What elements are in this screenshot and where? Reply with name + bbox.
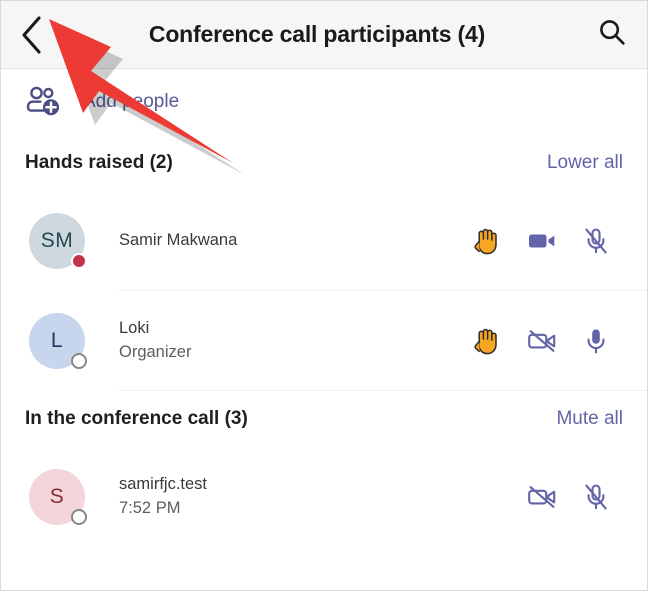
participants-panel: Conference call participants (4) Add peo…: [0, 0, 648, 591]
raised-hand-icon[interactable]: [461, 314, 515, 368]
participant-actions: [461, 314, 623, 368]
participant-info: Loki Organizer: [119, 317, 461, 365]
presence-badge-offline: [71, 353, 87, 369]
participant-info: Samir Makwana: [119, 229, 461, 253]
microphone-muted-icon[interactable]: [569, 214, 623, 268]
chevron-left-icon: [19, 15, 45, 55]
section-header-in-call: In the conference call (3) Mute all: [1, 391, 647, 447]
participant-role: Organizer: [119, 343, 192, 361]
participant-actions: [461, 470, 623, 524]
presence-badge-busy: [71, 253, 87, 269]
video-camera-off-icon[interactable]: [515, 314, 569, 368]
table-row[interactable]: S samirfjc.test 7:52 PM: [1, 447, 647, 547]
app-header: Conference call participants (4): [1, 1, 647, 69]
avatar: S: [29, 469, 87, 525]
raised-hand-icon[interactable]: [461, 214, 515, 268]
participant-name: Loki: [119, 319, 150, 338]
section-title: Hands raised (2): [25, 152, 173, 173]
participant-actions: [461, 214, 623, 268]
lower-all-button[interactable]: Lower all: [547, 152, 623, 174]
section-header-hands-raised: Hands raised (2) Lower all: [1, 135, 647, 191]
back-button[interactable]: [1, 1, 63, 69]
microphone-icon[interactable]: [569, 314, 623, 368]
add-people-label: Add people: [83, 91, 180, 112]
participant-info: samirfjc.test 7:52 PM: [119, 473, 461, 521]
presence-badge-offline: [71, 509, 87, 525]
add-people-button[interactable]: Add people: [1, 69, 647, 135]
video-camera-off-icon[interactable]: [515, 470, 569, 524]
participant-name: Samir Makwana: [119, 231, 238, 250]
microphone-muted-icon[interactable]: [569, 470, 623, 524]
section-title: In the conference call (3): [25, 408, 248, 429]
video-camera-icon[interactable]: [515, 214, 569, 268]
participant-join-time: 7:52 PM: [119, 499, 181, 517]
search-button[interactable]: [577, 1, 647, 69]
mute-all-button[interactable]: Mute all: [556, 408, 623, 430]
avatar: L: [29, 313, 87, 369]
add-people-icon: [25, 83, 63, 121]
search-icon: [597, 17, 627, 52]
participant-name: samirfjc.test: [119, 475, 208, 494]
avatar: SM: [29, 213, 87, 269]
table-row[interactable]: L Loki Organizer: [1, 291, 647, 391]
table-row[interactable]: SM Samir Makwana: [1, 191, 647, 291]
page-title: Conference call participants (4): [148, 21, 486, 47]
